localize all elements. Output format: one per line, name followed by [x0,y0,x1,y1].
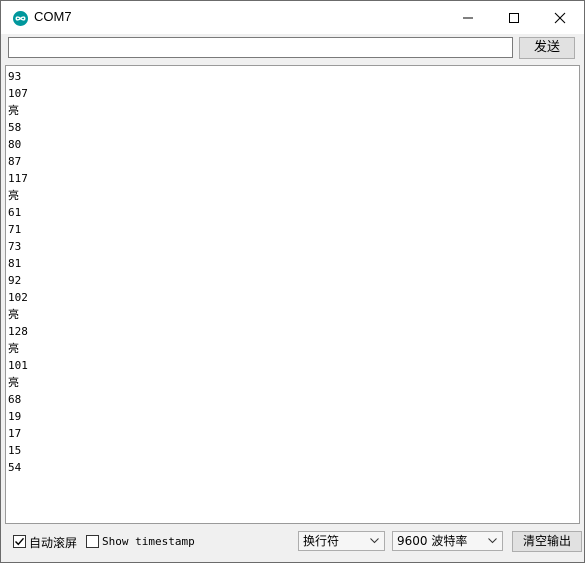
output-line: 58 [8,121,22,134]
close-icon [554,12,566,24]
output-line: 73 [8,240,22,253]
maximize-button[interactable] [492,1,538,34]
window-title: COM7 [34,9,72,24]
output-line: 102 [8,291,28,304]
clear-output-button[interactable]: 清空输出 [512,531,582,552]
line-ending-select[interactable]: 换行符 [298,531,385,551]
minimize-button[interactable] [446,1,492,34]
output-line: 亮 [8,308,19,321]
output-line: 101 [8,359,28,372]
send-toolbar: 发送 [1,34,584,64]
serial-input[interactable] [8,37,513,58]
output-line: 54 [8,461,22,474]
show-timestamp-label: Show timestamp [102,535,195,548]
chevron-down-icon [370,538,379,544]
serial-monitor-window: COM7 发送 93 107 亮 58 80 87 117 亮 61 71 73 81 92 102 亮 12… [0,0,585,563]
output-line: 61 [8,206,22,219]
output-line: 87 [8,155,22,168]
output-line: 117 [8,172,28,185]
close-button[interactable] [538,1,584,34]
maximize-icon [509,13,519,23]
output-line: 93 [8,70,22,83]
line-ending-value: 换行符 [303,534,340,548]
output-line: 17 [8,427,22,440]
output-line: 81 [8,257,22,270]
show-timestamp-checkbox[interactable] [86,535,99,548]
output-line: 92 [8,274,22,287]
output-line: 80 [8,138,22,151]
autoscroll-checkbox[interactable] [13,535,26,548]
send-button[interactable]: 发送 [519,37,575,59]
output-line: 107 [8,87,28,100]
minimize-icon [463,17,473,19]
checkmark-icon [15,537,25,546]
title-bar[interactable]: COM7 [1,1,584,34]
output-line: 亮 [8,376,19,389]
output-line: 19 [8,410,22,423]
output-line: 亮 [8,104,19,117]
output-line: 15 [8,444,22,457]
output-line: 亮 [8,342,19,355]
output-line: 68 [8,393,22,406]
autoscroll-label: 自动滚屏 [29,536,78,550]
chevron-down-icon [488,538,497,544]
output-line: 亮 [8,189,19,202]
baud-rate-select[interactable]: 9600 波特率 [392,531,503,551]
serial-output[interactable]: 93 107 亮 58 80 87 117 亮 61 71 73 81 92 102 亮 128 亮 101 亮 68… [5,65,580,524]
output-line: 128 [8,325,28,338]
arduino-infinity-icon [13,11,28,26]
output-line: 71 [8,223,22,236]
baud-rate-value: 9600 波特率 [397,534,468,548]
status-bar: 自动滚屏 Show timestamp 换行符 9600 波特率 清空输出 [1,525,584,562]
